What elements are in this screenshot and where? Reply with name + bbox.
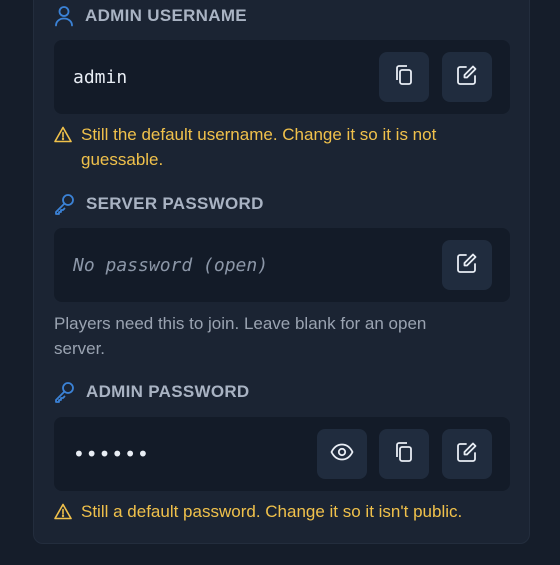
admin-username-warning-text: Still the default username. Change it so… (81, 125, 437, 169)
copy-password-button[interactable] (379, 429, 429, 479)
admin-password-warning: Still a default password. Change it so i… (54, 499, 494, 527)
edit-admin-password-button[interactable] (442, 429, 492, 479)
key-icon (54, 381, 75, 403)
edit-server-password-button[interactable] (442, 240, 492, 290)
warning-icon (54, 125, 72, 150)
admin-password-field: •••••• (54, 417, 510, 491)
admin-password-label: ADMIN PASSWORD (86, 382, 250, 401)
edit-icon (456, 441, 478, 468)
admin-password-masked-value: •••••• (73, 442, 150, 466)
admin-password-header: ADMIN PASSWORD (54, 380, 250, 404)
server-password-field: No password (open) (54, 228, 510, 302)
admin-username-field: admin (54, 40, 510, 114)
admin-username-header: ADMIN USERNAME (54, 4, 247, 28)
copy-username-button[interactable] (379, 52, 429, 102)
admin-username-warning: Still the default username. Change it so… (54, 122, 494, 172)
edit-icon (456, 64, 478, 91)
key-icon (54, 193, 75, 215)
warning-icon (54, 502, 72, 527)
edit-icon (456, 252, 478, 279)
reveal-password-button[interactable] (317, 429, 367, 479)
user-icon (54, 5, 74, 27)
copy-icon (393, 64, 415, 91)
server-password-header: SERVER PASSWORD (54, 192, 264, 216)
admin-password-warning-text: Still a default password. Change it so i… (81, 502, 463, 521)
admin-username-value: admin (73, 66, 128, 88)
server-password-label: SERVER PASSWORD (86, 194, 264, 213)
server-password-placeholder: No password (open) (73, 254, 269, 276)
copy-icon (393, 441, 415, 468)
eye-icon (330, 443, 354, 466)
server-password-hint: Players need this to join. Leave blank f… (54, 314, 427, 358)
edit-username-button[interactable] (442, 52, 492, 102)
admin-username-label: ADMIN USERNAME (85, 6, 247, 25)
